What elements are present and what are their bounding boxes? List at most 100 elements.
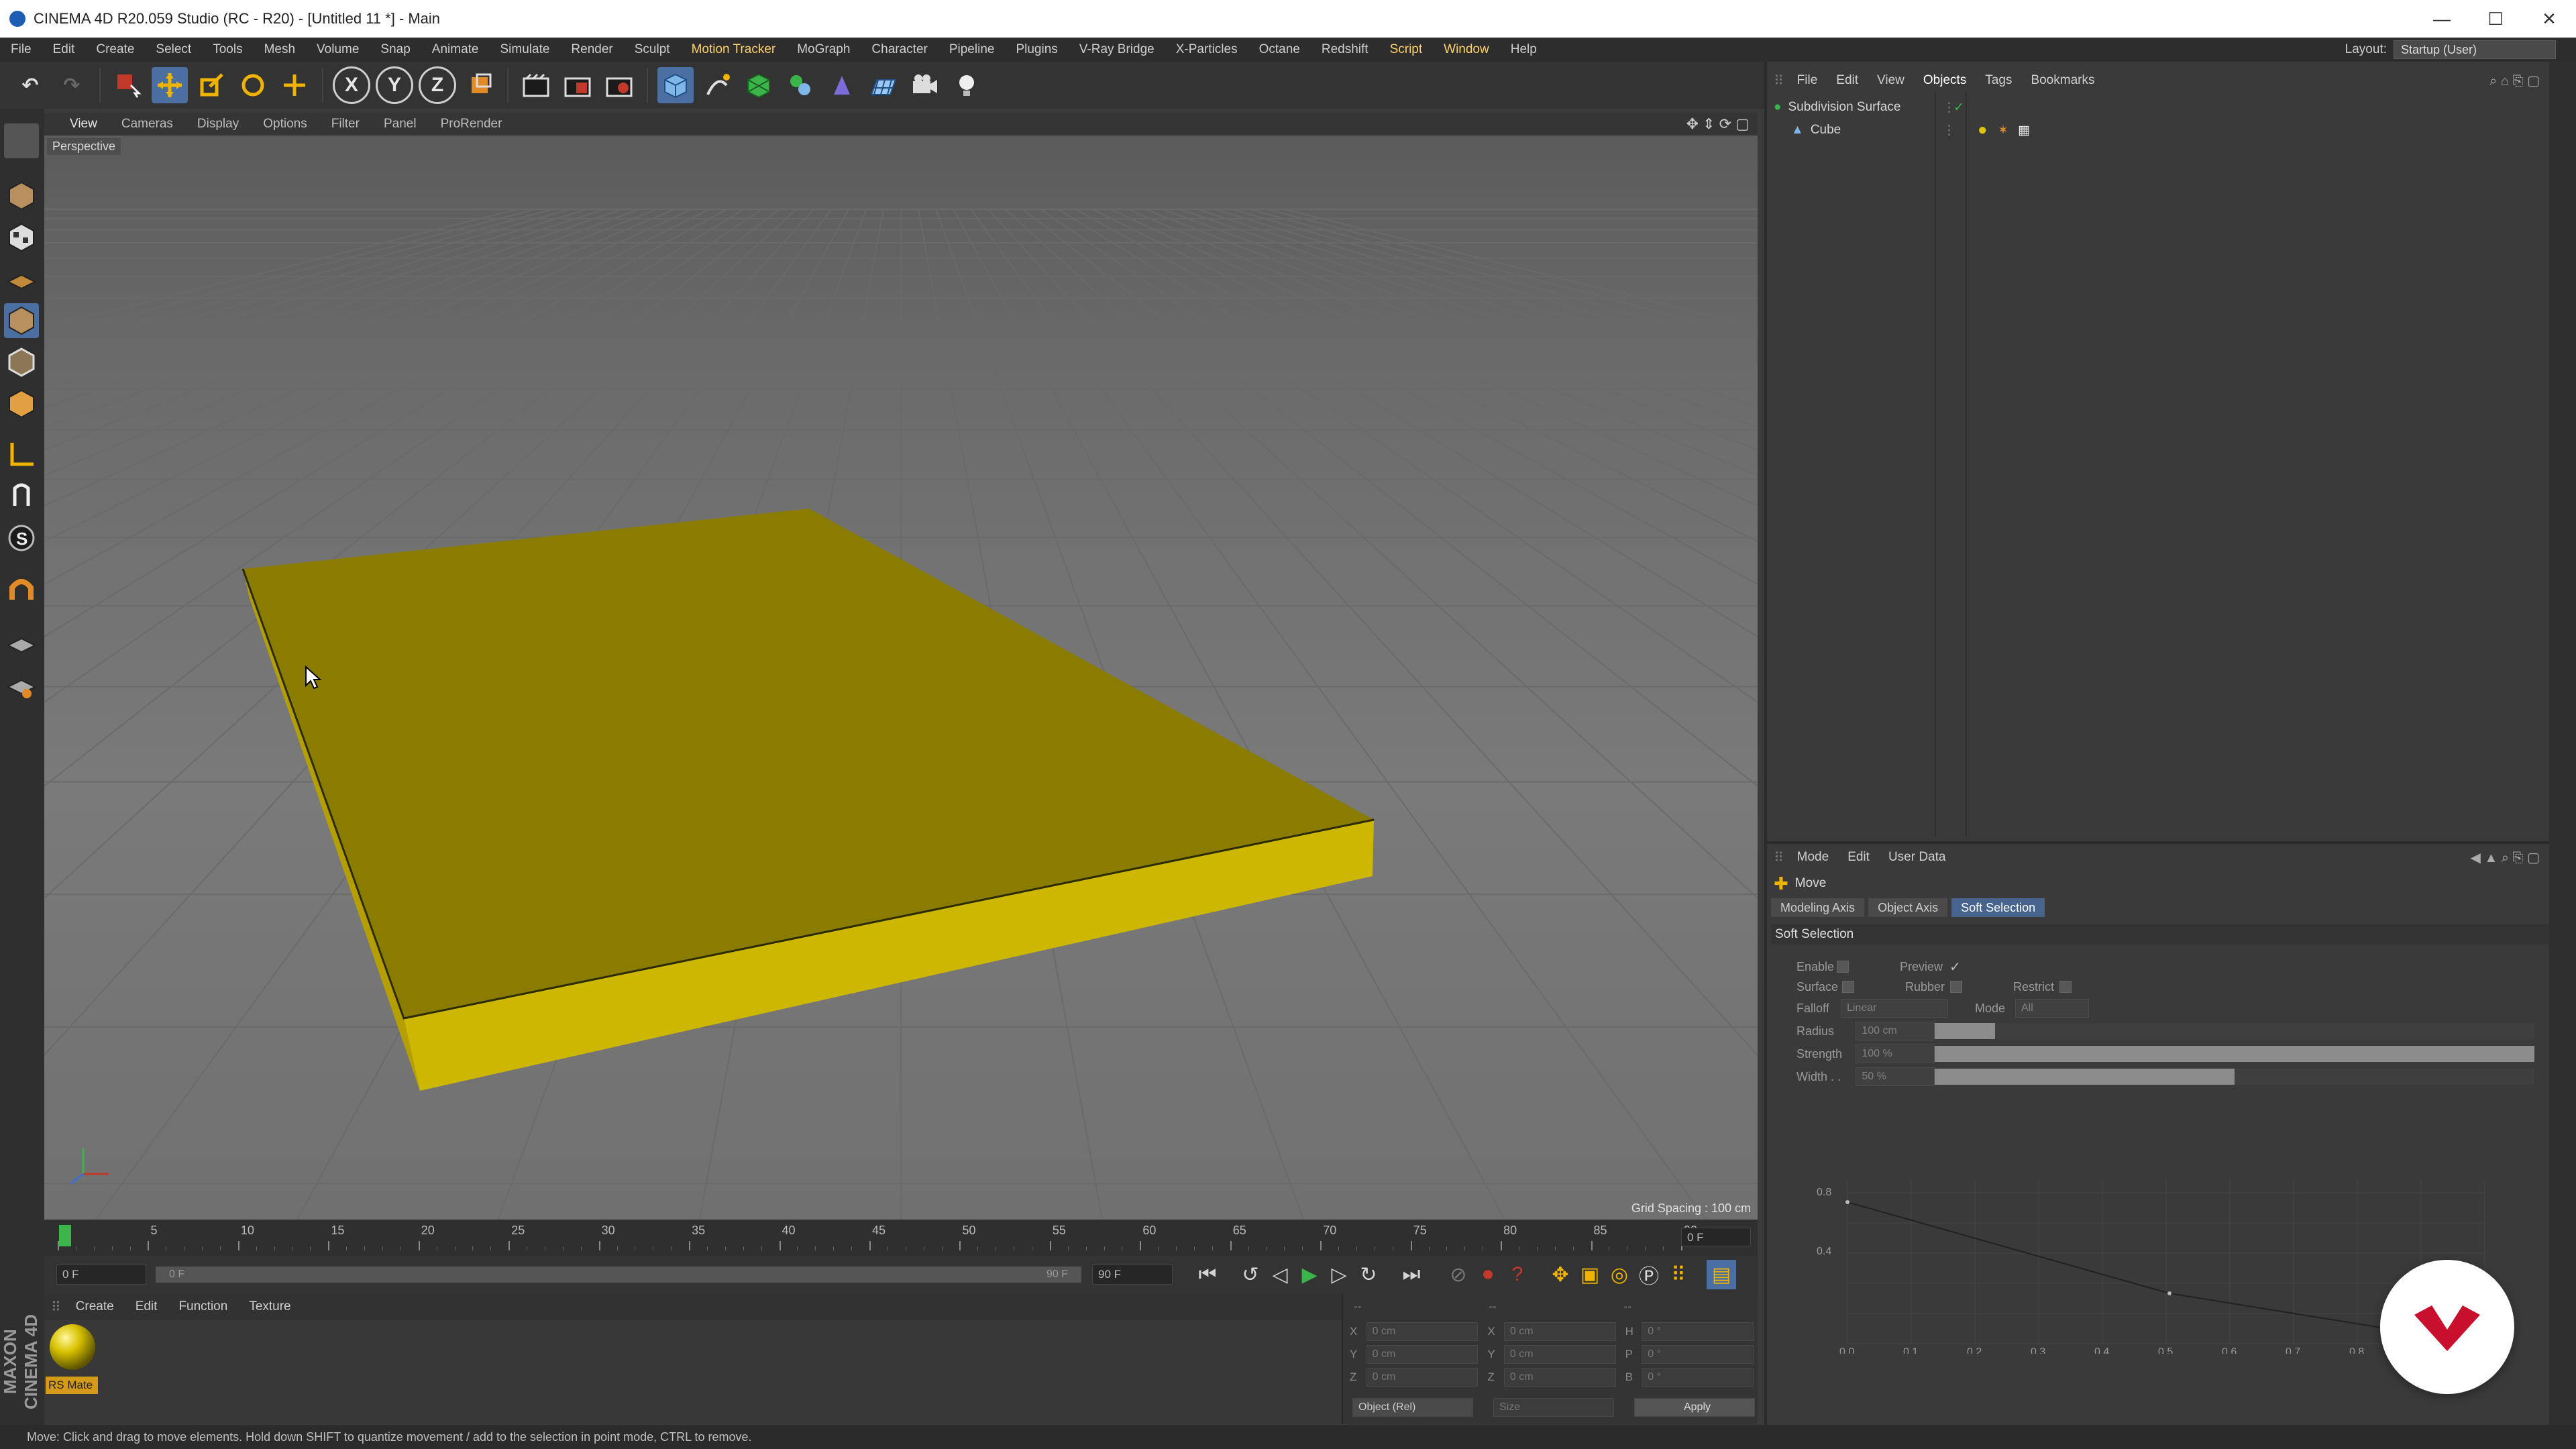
workplane-lock-icon[interactable]	[4, 625, 39, 660]
menu-window[interactable]: Window	[1433, 42, 1500, 57]
coord-value-field[interactable]: 0 cm	[1366, 1368, 1479, 1387]
workplane-mode-icon[interactable]	[4, 262, 39, 297]
coord-value-field[interactable]: 0 °	[1642, 1322, 1754, 1341]
pen-spline-icon[interactable]	[699, 67, 735, 103]
undo-icon[interactable]: ↶	[12, 67, 48, 103]
menu-volume[interactable]: Volume	[306, 42, 370, 57]
coord-value-field[interactable]: 0 °	[1642, 1345, 1754, 1364]
viewport-menu-options[interactable]: Options	[251, 117, 319, 131]
polygons-mode-icon[interactable]	[4, 386, 39, 421]
attribute-menu-user-data[interactable]: User Data	[1879, 850, 1955, 865]
go-to-end-icon[interactable]: ⏭	[1397, 1260, 1426, 1289]
x-axis-lock-icon[interactable]: X	[333, 66, 370, 104]
redo-icon[interactable]: ↷	[54, 67, 90, 103]
maximize-button[interactable]: ☐	[2469, 9, 2522, 30]
visibility-toggle-icon[interactable]: ⋮	[1943, 123, 1955, 138]
menu-v-ray-bridge[interactable]: V-Ray Bridge	[1069, 42, 1165, 57]
surface-checkbox[interactable]	[1842, 981, 1854, 993]
material-menu-function[interactable]: Function	[168, 1299, 238, 1314]
restrict-checkbox[interactable]	[2059, 981, 2072, 993]
move-tool-icon[interactable]	[152, 67, 188, 103]
points-mode-icon[interactable]	[4, 303, 39, 338]
coord-value-field[interactable]: 0 cm	[1503, 1345, 1616, 1364]
next-key-icon[interactable]: ↻	[1354, 1260, 1383, 1289]
scale-tool-icon[interactable]	[193, 67, 229, 103]
floor-environment-icon[interactable]	[865, 67, 902, 103]
texture-tag-icon[interactable]: ▦	[2018, 123, 2030, 138]
close-button[interactable]: ✕	[2522, 9, 2576, 30]
end-frame-field[interactable]: 90 F	[1092, 1265, 1173, 1285]
strength-slider[interactable]	[1935, 1046, 2534, 1062]
menu-redshift[interactable]: Redshift	[1311, 42, 1379, 57]
falloff-dropdown[interactable]: Linear	[1841, 999, 1948, 1018]
menu-select[interactable]: Select	[145, 42, 202, 57]
previous-key-icon[interactable]: ↺	[1236, 1260, 1265, 1289]
viewport-menu-panel[interactable]: Panel	[372, 117, 429, 131]
deformer-icon[interactable]	[824, 67, 860, 103]
object-row[interactable]: ▲ Cube ⋮ ● ✶ ▦	[1767, 119, 2573, 141]
width-field[interactable]: 50 %	[1856, 1067, 1935, 1086]
rotate-tool-icon[interactable]	[235, 67, 271, 103]
rubber-checkbox[interactable]	[1950, 981, 1963, 993]
coordinate-system-icon[interactable]	[462, 67, 498, 103]
menu-octane[interactable]: Octane	[1248, 42, 1311, 57]
object-row[interactable]: ● Subdivision Surface ⋮ ✓	[1767, 97, 2556, 118]
key-parameter-icon[interactable]: Ⓟ	[1634, 1260, 1664, 1289]
previous-frame-icon[interactable]: ◁	[1265, 1260, 1295, 1289]
magnet-icon[interactable]	[4, 573, 39, 608]
attribute-menu-mode[interactable]: Mode	[1788, 850, 1839, 865]
tab-soft-selection[interactable]: Soft Selection	[1951, 898, 2045, 917]
viewport-menu-prorender[interactable]: ProRender	[429, 117, 515, 131]
menu-plugins[interactable]: Plugins	[1005, 42, 1068, 57]
menu-render[interactable]: Render	[560, 42, 623, 57]
render-settings-icon[interactable]	[601, 67, 637, 103]
timeline-options-icon[interactable]: ▤	[1707, 1260, 1736, 1289]
apply-button[interactable]: Apply	[1634, 1398, 1755, 1417]
viewport-menu-cameras[interactable]: Cameras	[109, 117, 185, 131]
menu-create[interactable]: Create	[85, 42, 145, 57]
material-menu-create[interactable]: Create	[65, 1299, 125, 1314]
object-menu-view[interactable]: View	[1868, 73, 1914, 88]
make-editable-icon[interactable]	[4, 123, 39, 158]
light-icon[interactable]	[949, 67, 985, 103]
object-menu-tags[interactable]: Tags	[1976, 73, 2021, 88]
menu-animate[interactable]: Animate	[421, 42, 490, 57]
coord-value-field[interactable]: 0 cm	[1366, 1345, 1479, 1364]
attribute-menu-edit[interactable]: Edit	[1838, 850, 1879, 865]
current-frame-field[interactable]: 0 F	[1681, 1228, 1751, 1246]
minimize-button[interactable]: —	[2415, 9, 2469, 30]
object-name[interactable]: Subdivision Surface	[1788, 100, 1900, 115]
cube-primitive-icon[interactable]	[657, 67, 694, 103]
menu-script[interactable]: Script	[1379, 42, 1434, 57]
snapping-icon[interactable]: S	[4, 521, 39, 555]
menu-edit[interactable]: Edit	[42, 42, 86, 57]
texture-mode-icon[interactable]	[4, 220, 39, 255]
layout-dropdown[interactable]: Startup (User)	[2394, 40, 2556, 59]
coord-value-field[interactable]: 0 °	[1642, 1368, 1754, 1387]
subdivision-surface-icon[interactable]	[741, 67, 777, 103]
coord-value-field[interactable]: 0 cm	[1503, 1322, 1616, 1341]
enable-checkbox[interactable]	[1837, 961, 1849, 973]
menu-mograph[interactable]: MoGraph	[786, 42, 861, 57]
key-scale-icon[interactable]: ▣	[1575, 1260, 1605, 1289]
key-pla-icon[interactable]: ⠿	[1664, 1260, 1693, 1289]
go-to-start-icon[interactable]: ⏮	[1193, 1260, 1222, 1289]
camera-icon[interactable]	[907, 67, 943, 103]
menu-character[interactable]: Character	[861, 42, 938, 57]
edges-mode-icon[interactable]	[4, 345, 39, 380]
viewport-menu-view[interactable]: View	[58, 117, 109, 131]
viewport-nav-icons[interactable]: ✥ ⇕ ⟳ ▢	[1686, 115, 1758, 133]
material-menu-edit[interactable]: Edit	[125, 1299, 168, 1314]
phong-tag-icon[interactable]: ✶	[1998, 123, 2008, 138]
menu-motion-tracker[interactable]: Motion Tracker	[681, 42, 787, 57]
render-view-icon[interactable]	[518, 67, 554, 103]
right-tab-strip[interactable]	[2549, 62, 2576, 1425]
start-frame-field[interactable]: 0 F	[56, 1265, 146, 1285]
menu-tools[interactable]: Tools	[202, 42, 253, 57]
key-rotation-icon[interactable]: ◎	[1605, 1260, 1634, 1289]
tab-object-axis[interactable]: Object Axis	[1868, 898, 1948, 917]
z-axis-lock-icon[interactable]: Z	[419, 66, 456, 104]
next-frame-icon[interactable]: ▷	[1324, 1260, 1354, 1289]
menu-x-particles[interactable]: X-Particles	[1165, 42, 1248, 57]
material-tag-icon[interactable]: ●	[1978, 121, 1988, 140]
